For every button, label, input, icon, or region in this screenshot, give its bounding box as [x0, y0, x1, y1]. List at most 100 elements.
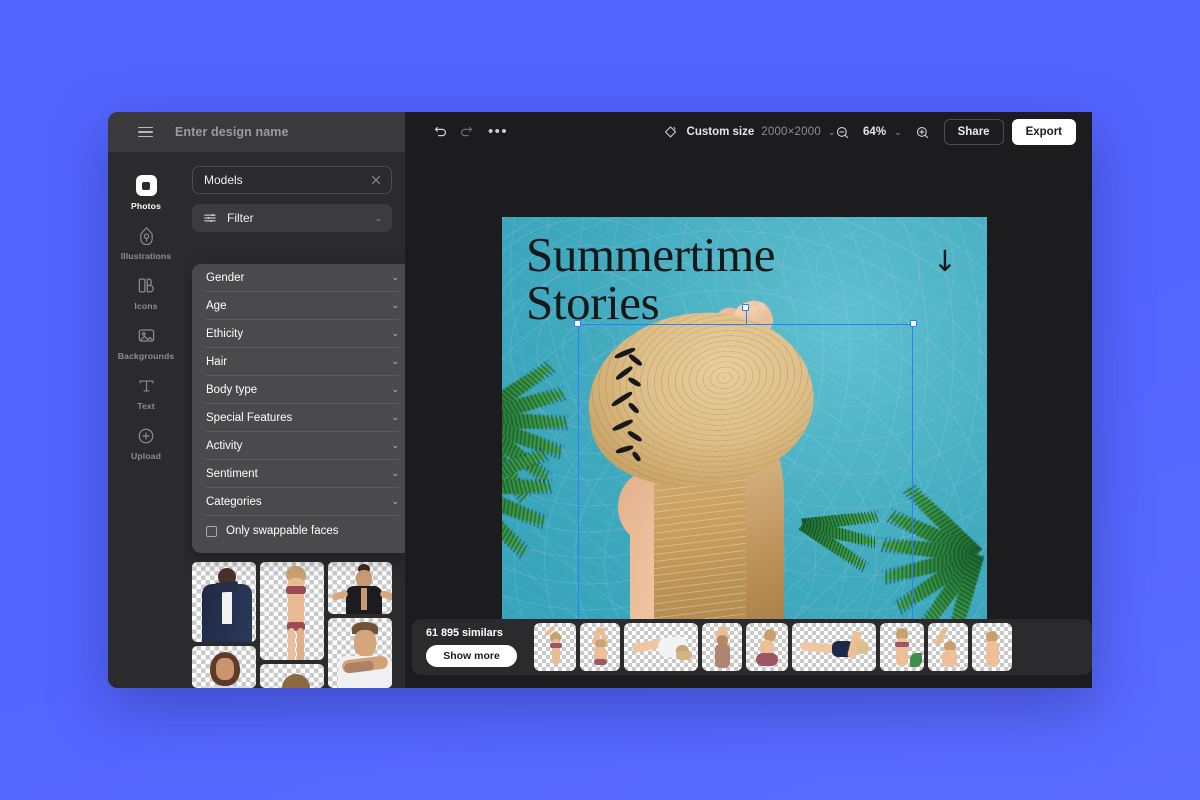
chevron-down-icon[interactable]: ⌄ — [828, 127, 836, 137]
sidebar-item-label: Upload — [130, 451, 162, 461]
similar-thumbnail[interactable] — [792, 623, 876, 671]
selection-handle-top-left[interactable] — [574, 320, 581, 327]
photo-card[interactable] — [260, 664, 324, 688]
zoom-in-icon[interactable] — [910, 119, 936, 145]
similar-thumbnail[interactable] — [624, 623, 698, 671]
sidebar-item-illustrations[interactable]: Illustrations — [110, 218, 182, 266]
sidebar-item-label: Text — [137, 401, 155, 411]
photo-card[interactable] — [328, 618, 392, 688]
sidebar-item-photos[interactable]: Photos — [110, 168, 182, 216]
selection-outline — [578, 324, 913, 654]
similar-thumbnail[interactable] — [746, 623, 788, 671]
search-input[interactable]: Models — [192, 166, 392, 194]
photo-card[interactable] — [328, 562, 392, 615]
filter-button[interactable]: Filter ⌄ — [192, 204, 392, 232]
filter-group-label: Gender — [206, 271, 245, 284]
selection-handle-top-center[interactable] — [741, 304, 749, 311]
similar-thumbnail[interactable] — [702, 623, 742, 671]
filter-group-label: Categories — [206, 495, 262, 508]
zoom-chevron-down-icon[interactable]: ⌄ — [894, 127, 902, 137]
similars-meta: 61 895 similars Show more — [426, 627, 526, 667]
sidebar-item-upload[interactable]: Upload — [110, 418, 182, 466]
only-swappable-faces-checkbox[interactable]: Only swappable faces — [206, 516, 399, 546]
image-icon — [136, 325, 157, 346]
similar-thumbnail[interactable] — [534, 623, 576, 671]
filter-group-label: Activity — [206, 439, 243, 452]
filter-group-body-type[interactable]: Body type ⌄ — [206, 376, 399, 404]
sidebar-item-backgrounds[interactable]: Backgrounds — [110, 318, 182, 366]
filter-group-label: Ethicity — [206, 327, 244, 340]
search-panel: Models Filter ⌄ Gender ⌄ Age ⌄ Ethicity … — [184, 152, 405, 688]
filter-group-label: Hair — [206, 355, 228, 368]
top-header: Enter design name ••• Custom size 2000×2… — [108, 112, 1092, 152]
toolbar-right-group: 64% ⌄ Share Export — [829, 118, 1076, 146]
size-value: 2000×2000 — [761, 126, 821, 138]
photo-card[interactable] — [192, 646, 256, 688]
grid-column — [192, 562, 256, 688]
redo-icon[interactable] — [453, 119, 479, 145]
canvas-toolbar: ••• Custom size 2000×2000 ⌄ 64% ⌄ Share … — [405, 112, 1092, 152]
similar-thumbnail[interactable] — [972, 623, 1012, 671]
size-label: Custom size — [686, 126, 755, 138]
chevron-down-icon: ⌄ — [391, 328, 399, 338]
similar-thumbnail[interactable] — [880, 623, 924, 671]
similar-thumbnail[interactable] — [928, 623, 968, 671]
similars-bar: 61 895 similars Show more — [412, 619, 1092, 675]
app-window: Enter design name ••• Custom size 2000×2… — [108, 112, 1092, 688]
zoom-value: 64% — [863, 126, 887, 138]
resize-icon — [662, 123, 680, 141]
show-more-button[interactable]: Show more — [426, 645, 517, 667]
similar-thumbnail[interactable] — [580, 623, 620, 671]
similars-thumbnail-strip[interactable] — [526, 623, 1012, 671]
chevron-down-icon: ⌄ — [391, 356, 399, 366]
filter-group-sentiment[interactable]: Sentiment ⌄ — [206, 460, 399, 488]
search-value: Models — [204, 173, 243, 187]
app-body: Photos Illustrations Icons Backgrounds T… — [108, 152, 1092, 688]
filter-group-label: Age — [206, 299, 227, 312]
selection-box[interactable] — [574, 304, 917, 654]
filter-group-age[interactable]: Age ⌄ — [206, 292, 399, 320]
text-icon — [136, 375, 157, 396]
design-name-input[interactable]: Enter design name — [175, 125, 289, 139]
undo-icon[interactable] — [427, 119, 453, 145]
plus-circle-icon — [136, 425, 157, 446]
grid-column — [328, 562, 392, 688]
pen-nib-icon — [136, 225, 157, 246]
filter-group-label: Sentiment — [206, 467, 258, 480]
hamburger-icon[interactable] — [138, 126, 153, 138]
checkbox-box — [206, 525, 217, 537]
filter-group-hair[interactable]: Hair ⌄ — [206, 348, 399, 376]
export-button[interactable]: Export — [1011, 118, 1076, 146]
sliders-icon — [203, 211, 217, 225]
sidebar-item-label: Backgrounds — [117, 351, 175, 361]
chevron-down-icon: ⌄ — [391, 468, 399, 478]
chevron-down-icon: ⌄ — [391, 412, 399, 422]
chevron-down-icon: ⌄ — [391, 300, 399, 310]
filter-group-special-features[interactable]: Special Features ⌄ — [206, 404, 399, 432]
left-rail: Photos Illustrations Icons Backgrounds T… — [108, 152, 184, 688]
selection-handle-top-right[interactable] — [910, 320, 917, 327]
sidebar-item-label: Illustrations — [120, 251, 172, 261]
filter-group-categories[interactable]: Categories ⌄ — [206, 488, 399, 516]
share-button[interactable]: Share — [943, 118, 1004, 146]
photo-card[interactable] — [260, 562, 324, 661]
photo-card[interactable] — [192, 562, 256, 643]
close-icon[interactable] — [370, 174, 382, 186]
shapes-icon — [136, 275, 157, 296]
photo-results-grid — [192, 562, 392, 688]
sidebar-item-icons[interactable]: Icons — [110, 268, 182, 316]
arrow-down-icon: ↓ — [932, 244, 957, 278]
artboard-size-control[interactable]: Custom size 2000×2000 ⌄ — [662, 123, 836, 141]
filter-group-activity[interactable]: Activity ⌄ — [206, 432, 399, 460]
chevron-down-icon: ⌄ — [391, 440, 399, 450]
sidebar-item-label: Photos — [130, 201, 162, 211]
checkbox-label: Only swappable faces — [226, 525, 339, 537]
sidebar-item-text[interactable]: Text — [110, 368, 182, 416]
sidebar-item-label: Icons — [134, 301, 158, 311]
filter-group-label: Special Features — [206, 411, 293, 424]
filter-group-gender[interactable]: Gender ⌄ — [206, 264, 399, 292]
filter-group-ethicity[interactable]: Ethicity ⌄ — [206, 320, 399, 348]
chevron-down-icon: ⌄ — [391, 272, 399, 282]
canvas-area[interactable]: Summertime Stories ↓ 61 895 similars Sho… — [405, 152, 1092, 688]
more-options-icon[interactable]: ••• — [485, 119, 511, 145]
